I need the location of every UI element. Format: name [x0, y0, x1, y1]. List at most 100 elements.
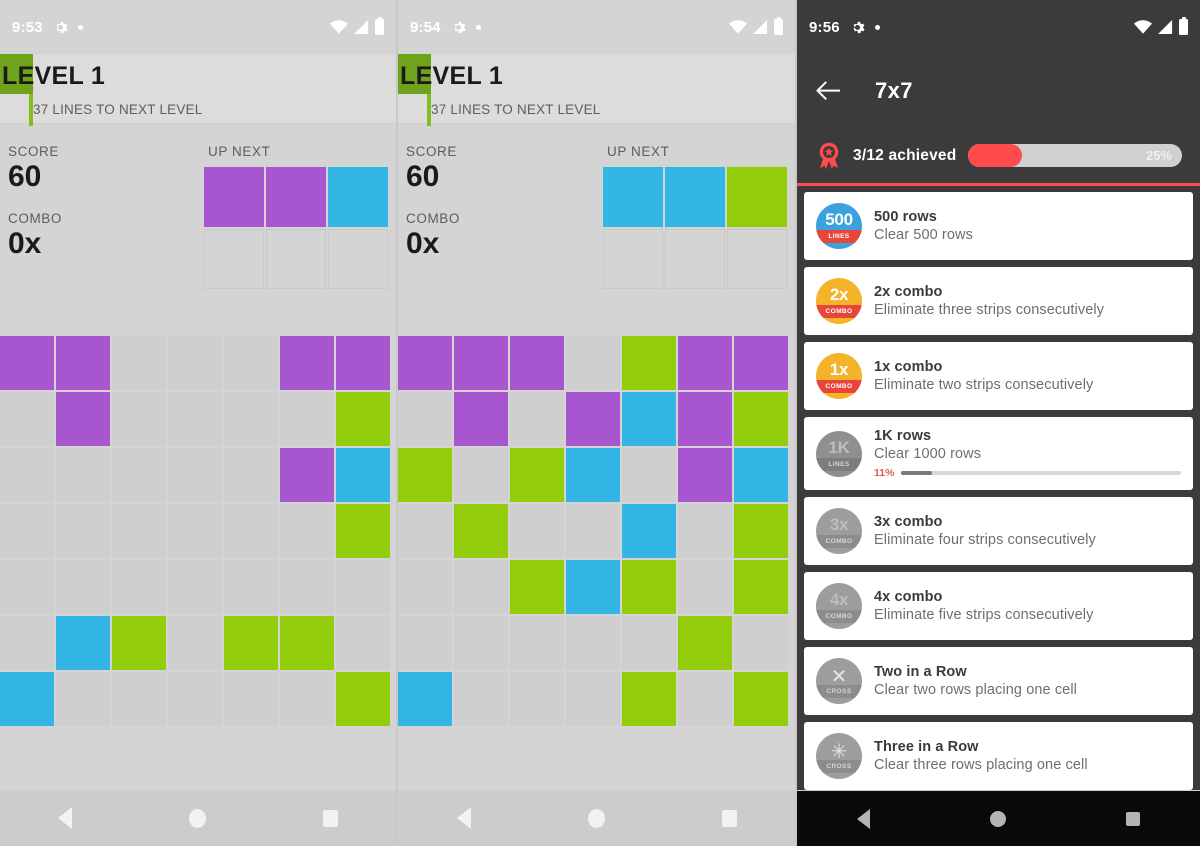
- board-cell[interactable]: [398, 392, 452, 446]
- board-cell[interactable]: [336, 448, 390, 502]
- board-cell[interactable]: [398, 560, 452, 614]
- board-cell[interactable]: [566, 504, 620, 558]
- board-cell[interactable]: [510, 448, 564, 502]
- home-nav-icon[interactable]: [188, 808, 206, 828]
- board-cell[interactable]: [224, 672, 278, 726]
- board-cell[interactable]: [454, 448, 508, 502]
- board-cell[interactable]: [336, 336, 390, 390]
- board-cell[interactable]: [454, 336, 508, 390]
- board-cell[interactable]: [56, 504, 110, 558]
- board-cell[interactable]: [56, 672, 110, 726]
- board-cell[interactable]: [454, 392, 508, 446]
- board-cell[interactable]: [112, 560, 166, 614]
- board-cell[interactable]: [734, 672, 788, 726]
- achievement-item[interactable]: 2x COMBO 2x combo Eliminate three strips co…: [804, 267, 1193, 335]
- board-cell[interactable]: [678, 336, 732, 390]
- board-cell[interactable]: [336, 504, 390, 558]
- board-cell[interactable]: [168, 448, 222, 502]
- board-cell[interactable]: [56, 448, 110, 502]
- board-cell[interactable]: [510, 560, 564, 614]
- board-cell[interactable]: [734, 336, 788, 390]
- board-cell[interactable]: [398, 504, 452, 558]
- board-cell[interactable]: [510, 504, 564, 558]
- board-cell[interactable]: [510, 392, 564, 446]
- board-cell[interactable]: [566, 616, 620, 670]
- back-nav-icon[interactable]: [456, 807, 471, 829]
- home-nav-icon[interactable]: [990, 810, 1006, 827]
- board-cell[interactable]: [678, 504, 732, 558]
- board-cell[interactable]: [280, 392, 334, 446]
- board-cell[interactable]: [678, 672, 732, 726]
- board-cell[interactable]: [0, 504, 54, 558]
- board-cell[interactable]: [622, 560, 676, 614]
- board-cell[interactable]: [112, 672, 166, 726]
- board-cell[interactable]: [398, 616, 452, 670]
- board-cell[interactable]: [734, 560, 788, 614]
- board-cell[interactable]: [566, 448, 620, 502]
- achievement-item[interactable]: ✕ CROSS Two in a Row Clear two rows placing…: [804, 647, 1193, 715]
- board-cell[interactable]: [280, 448, 334, 502]
- board-cell[interactable]: [112, 504, 166, 558]
- board-cell[interactable]: [622, 504, 676, 558]
- board-cell[interactable]: [112, 448, 166, 502]
- board-cell[interactable]: [280, 336, 334, 390]
- board-cell[interactable]: [168, 336, 222, 390]
- board-cell[interactable]: [280, 672, 334, 726]
- board-cell[interactable]: [734, 504, 788, 558]
- recents-nav-icon[interactable]: [1126, 811, 1140, 826]
- game-board-right[interactable]: [398, 336, 788, 726]
- achievement-item[interactable]: ✳ CROSS Three in a Row Clear three rows pla…: [804, 722, 1193, 790]
- board-cell[interactable]: [224, 336, 278, 390]
- board-cell[interactable]: [678, 616, 732, 670]
- board-cell[interactable]: [280, 616, 334, 670]
- board-cell[interactable]: [678, 560, 732, 614]
- board-cell[interactable]: [56, 616, 110, 670]
- board-cell[interactable]: [0, 672, 54, 726]
- board-cell[interactable]: [280, 504, 334, 558]
- board-cell[interactable]: [622, 616, 676, 670]
- recents-nav-icon[interactable]: [322, 809, 338, 827]
- board-cell[interactable]: [566, 672, 620, 726]
- board-cell[interactable]: [398, 448, 452, 502]
- back-arrow-icon[interactable]: [815, 80, 841, 102]
- board-cell[interactable]: [454, 560, 508, 614]
- board-cell[interactable]: [168, 560, 222, 614]
- board-cell[interactable]: [510, 616, 564, 670]
- recents-nav-icon[interactable]: [721, 809, 737, 827]
- back-nav-icon[interactable]: [58, 807, 73, 829]
- board-cell[interactable]: [0, 448, 54, 502]
- board-cell[interactable]: [0, 560, 54, 614]
- board-cell[interactable]: [454, 616, 508, 670]
- board-cell[interactable]: [224, 560, 278, 614]
- board-cell[interactable]: [734, 392, 788, 446]
- board-cell[interactable]: [168, 616, 222, 670]
- board-cell[interactable]: [280, 560, 334, 614]
- game-board-left[interactable]: [0, 336, 390, 726]
- board-cell[interactable]: [224, 616, 278, 670]
- board-cell[interactable]: [678, 448, 732, 502]
- board-cell[interactable]: [734, 616, 788, 670]
- board-cell[interactable]: [168, 672, 222, 726]
- board-cell[interactable]: [454, 672, 508, 726]
- board-cell[interactable]: [224, 448, 278, 502]
- board-cell[interactable]: [336, 560, 390, 614]
- board-cell[interactable]: [0, 392, 54, 446]
- achievement-list[interactable]: 500 LINES 500 rows Clear 500 rows 2x COMBO 2x …: [797, 186, 1200, 790]
- achievement-item[interactable]: 3x COMBO 3x combo Eliminate four strips con…: [804, 497, 1193, 565]
- board-cell[interactable]: [398, 336, 452, 390]
- board-cell[interactable]: [510, 336, 564, 390]
- board-cell[interactable]: [112, 616, 166, 670]
- back-nav-icon[interactable]: [857, 808, 870, 829]
- board-cell[interactable]: [56, 392, 110, 446]
- board-cell[interactable]: [336, 392, 390, 446]
- board-cell[interactable]: [622, 336, 676, 390]
- board-cell[interactable]: [224, 504, 278, 558]
- board-cell[interactable]: [566, 560, 620, 614]
- board-cell[interactable]: [454, 504, 508, 558]
- home-nav-icon[interactable]: [587, 808, 605, 828]
- board-cell[interactable]: [0, 336, 54, 390]
- board-cell[interactable]: [566, 336, 620, 390]
- board-cell[interactable]: [622, 672, 676, 726]
- board-cell[interactable]: [56, 336, 110, 390]
- board-cell[interactable]: [398, 672, 452, 726]
